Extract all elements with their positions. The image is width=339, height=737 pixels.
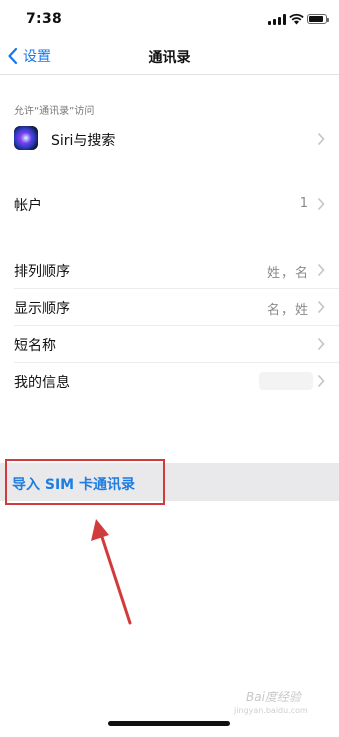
battery-icon	[307, 14, 329, 24]
watermark-brand: Bai度经验	[246, 690, 301, 704]
status-time: 7:38	[26, 11, 63, 27]
chevron-right-icon	[317, 374, 325, 388]
siri-search-row[interactable]: Siri与搜索	[0, 121, 339, 157]
navigation-bar: 设置 通讯录	[0, 38, 339, 75]
row-label-accounts: 帐户	[14, 198, 42, 214]
signal-icon	[268, 14, 286, 25]
accounts-row[interactable]: 帐户 1	[0, 186, 339, 222]
chevron-right-icon	[317, 263, 325, 277]
wifi-icon	[289, 13, 304, 25]
chevron-right-icon	[317, 337, 325, 351]
row-label-short-name: 短名称	[14, 338, 56, 354]
blurred-contact-name	[259, 372, 313, 390]
row-label-sort-order: 排列顺序	[14, 264, 70, 280]
section-header: 允许“通讯录”访问	[14, 106, 95, 117]
row-label-siri: Siri与搜索	[51, 133, 116, 149]
page-title: 通讯录	[148, 50, 191, 66]
siri-icon	[14, 126, 38, 150]
status-bar: 7:38	[0, 0, 339, 38]
chevron-right-icon	[317, 132, 325, 146]
annotation-arrow-icon	[91, 519, 132, 625]
row-label-my-info: 我的信息	[14, 375, 70, 391]
battery-level	[309, 16, 323, 22]
my-info-row[interactable]: 我的信息	[0, 363, 339, 399]
home-indicator[interactable]	[108, 721, 230, 726]
chevron-right-icon	[317, 300, 325, 314]
sort-order-row[interactable]: 排列顺序 姓，名	[0, 252, 339, 288]
row-label-display-order: 显示顺序	[14, 301, 70, 317]
short-name-row[interactable]: 短名称	[0, 326, 339, 362]
row-value-sort-order: 姓，名	[266, 266, 309, 281]
annotation-highlight-box	[5, 459, 165, 505]
watermark-url: jingyan.baidu.com	[234, 706, 308, 715]
display-order-row[interactable]: 显示顺序 名，姓	[0, 289, 339, 325]
row-value-accounts: 1	[299, 196, 309, 211]
contacts-settings-screen: 7:38 设置 通讯录 允许“通讯录”访问 Siri与搜索 帐户 1 排列顺序 …	[0, 0, 339, 737]
chevron-right-icon	[317, 197, 325, 211]
row-value-display-order: 名，姓	[266, 303, 309, 318]
